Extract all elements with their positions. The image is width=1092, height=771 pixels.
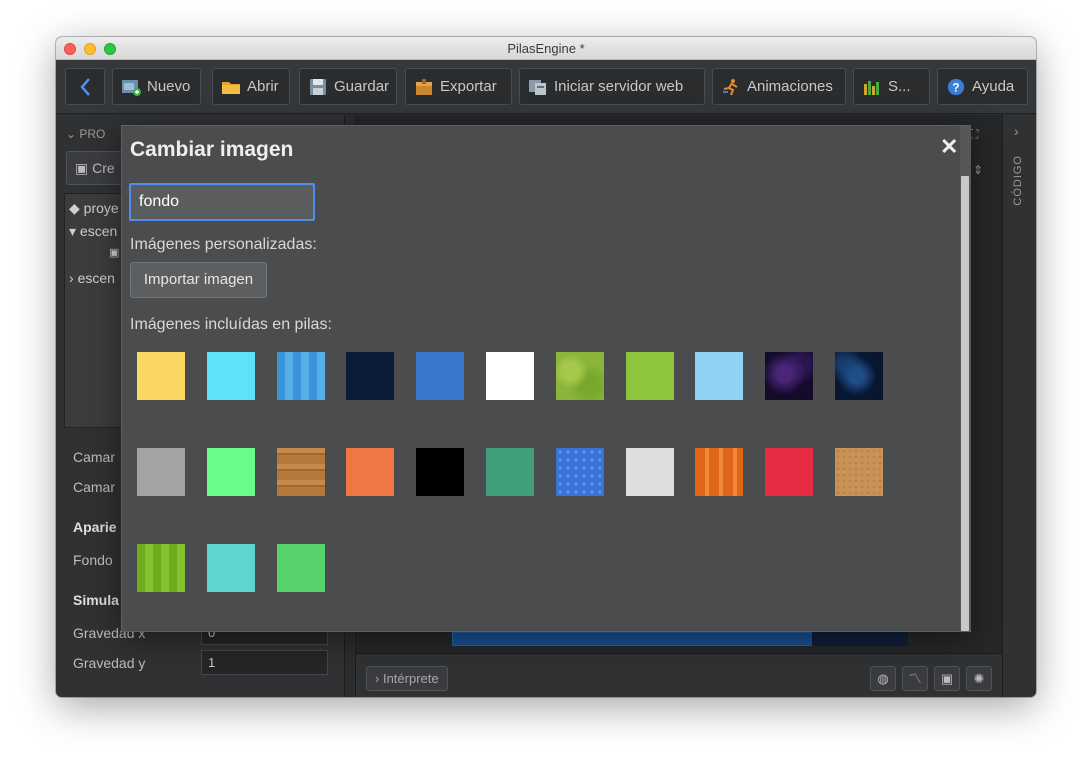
- simulacion-heading: Simula: [73, 592, 119, 608]
- globe-icon[interactable]: ◍: [870, 666, 896, 691]
- tile-fondo-azul-oscuro[interactable]: [346, 352, 394, 400]
- servidor-web-button[interactable]: Iniciar servidor web: [519, 68, 705, 105]
- window-close-button[interactable]: [64, 43, 76, 55]
- dialog-scrollbar-thumb[interactable]: [961, 176, 969, 631]
- svg-text:?: ?: [952, 81, 959, 94]
- servidor-web-label: Iniciar servidor web: [554, 78, 684, 95]
- back-button[interactable]: [65, 68, 105, 105]
- exportar-button[interactable]: Exportar: [405, 68, 512, 105]
- tile-fondo-naranja-rayas[interactable]: [695, 448, 743, 496]
- dialog-scrollbar[interactable]: [960, 126, 971, 631]
- tile-fondo-pasto[interactable]: [556, 352, 604, 400]
- tile-fondo-gris-claro[interactable]: [626, 448, 674, 496]
- package-icon: [416, 78, 432, 95]
- tile-fondo-azul-borde[interactable]: [556, 448, 604, 496]
- guardar-label: Guardar: [334, 78, 390, 95]
- tile-fondo-rojo[interactable]: [765, 448, 813, 496]
- ayuda-label: Ayuda: [972, 78, 1015, 95]
- animaciones-label: Animaciones: [747, 78, 833, 95]
- chevron-left-icon: [80, 77, 90, 96]
- chevron-down-icon[interactable]: ⇕: [973, 163, 983, 177]
- tile-fondo-arena[interactable]: [835, 448, 883, 496]
- tile-fondo-madera[interactable]: [277, 448, 325, 496]
- main-toolbar: Nuevo Abrir Guardar Exportar Iniciar ser…: [56, 60, 1036, 114]
- abrir-label: Abrir: [247, 78, 279, 95]
- sonidos-button[interactable]: S...: [853, 68, 930, 105]
- tile-fondo-verde-claro[interactable]: [207, 448, 255, 496]
- tree-item-proyecto[interactable]: ◆ proye: [69, 200, 119, 217]
- window-title: PilasEngine *: [507, 41, 585, 56]
- tile-fondo-celeste[interactable]: [207, 352, 255, 400]
- fondo-label: Fondo: [73, 552, 113, 568]
- server-icon: [529, 79, 546, 95]
- image-icon[interactable]: ▣: [934, 666, 960, 691]
- dialog-title: Cambiar imagen: [130, 138, 294, 161]
- nuevo-label: Nuevo: [147, 78, 191, 95]
- abrir-button[interactable]: Abrir: [212, 68, 290, 105]
- image-grid: [137, 352, 937, 602]
- gravedad-y-input[interactable]: 1: [201, 650, 328, 675]
- image-icon: ▣: [109, 247, 120, 259]
- animaciones-button[interactable]: Animaciones: [712, 68, 846, 105]
- nuevo-button[interactable]: Nuevo: [112, 68, 201, 105]
- tile-fondo-amarillo[interactable]: [137, 352, 185, 400]
- canvas-bottom-bar: › Intérprete ◍ 〽 ▣ ✺: [356, 653, 1002, 697]
- project-panel-title: ⌄ PRO: [66, 127, 106, 141]
- help-icon: ?: [947, 78, 965, 95]
- tree-item-escena-2[interactable]: › escen: [69, 270, 115, 286]
- tile-fondo-blanco[interactable]: [486, 352, 534, 400]
- tile-fondo-verde-lima[interactable]: [626, 352, 674, 400]
- window-maximize-button[interactable]: [104, 43, 116, 55]
- title-bar: PilasEngine *: [56, 37, 1036, 60]
- apariencia-heading: Aparie: [73, 519, 117, 535]
- chevron-right-icon[interactable]: ›: [1014, 123, 1019, 139]
- search-input[interactable]: [129, 183, 315, 221]
- cambiar-imagen-dialog: Cambiar imagen ✕ Imágenes personalizadas…: [121, 125, 971, 632]
- tile-fondo-espacio-violeta[interactable]: [765, 352, 813, 400]
- tile-fondo-turquesa[interactable]: [207, 544, 255, 592]
- tree-item-escena-1[interactable]: ▾ escen: [69, 223, 117, 240]
- tile-fondo-verde-mar[interactable]: [486, 448, 534, 496]
- tile-fondo-verde[interactable]: [277, 544, 325, 592]
- floppy-icon: [310, 78, 326, 95]
- chart-icon[interactable]: 〽: [902, 666, 928, 691]
- sonidos-label: S...: [888, 78, 911, 95]
- tile-fondo-azul-rayas[interactable]: [277, 352, 325, 400]
- scene-canvas-shadow: [812, 632, 908, 646]
- tile-fondo-negro[interactable]: [416, 448, 464, 496]
- folder-icon: [222, 81, 240, 94]
- tile-fondo-naranja[interactable]: [346, 448, 394, 496]
- tile-fondo-espacio-azul[interactable]: [835, 352, 883, 400]
- interprete-button[interactable]: › Intérprete: [366, 666, 448, 691]
- import-image-button[interactable]: Importar imagen: [130, 262, 267, 298]
- camara-x-label: Camar: [73, 449, 116, 465]
- tile-fondo-celeste-claro[interactable]: [695, 352, 743, 400]
- tile-fondo-verde-rayas[interactable]: [137, 544, 185, 592]
- tile-fondo-azul[interactable]: [416, 352, 464, 400]
- window-minimize-button[interactable]: [84, 43, 96, 55]
- custom-images-label: Imágenes personalizadas:: [130, 236, 317, 253]
- exportar-label: Exportar: [440, 78, 497, 95]
- settings-icon[interactable]: ✺: [966, 666, 992, 691]
- included-images-label: Imágenes incluídas en pilas:: [130, 316, 332, 333]
- ayuda-button[interactable]: ? Ayuda: [937, 68, 1028, 105]
- new-image-icon: [122, 79, 141, 96]
- guardar-button[interactable]: Guardar: [299, 68, 397, 105]
- gravedad-y-label: Gravedad y: [73, 655, 146, 671]
- equalizer-icon: [864, 80, 879, 95]
- close-icon[interactable]: ✕: [940, 134, 958, 160]
- code-panel: › CÓDIGO: [1002, 115, 1036, 697]
- runner-icon: [723, 78, 738, 95]
- camara-y-label: Camar: [73, 479, 116, 495]
- expand-icon[interactable]: ⛶: [970, 127, 978, 142]
- tile-fondo-gris[interactable]: [137, 448, 185, 496]
- codigo-tab[interactable]: CÓDIGO: [1012, 155, 1028, 206]
